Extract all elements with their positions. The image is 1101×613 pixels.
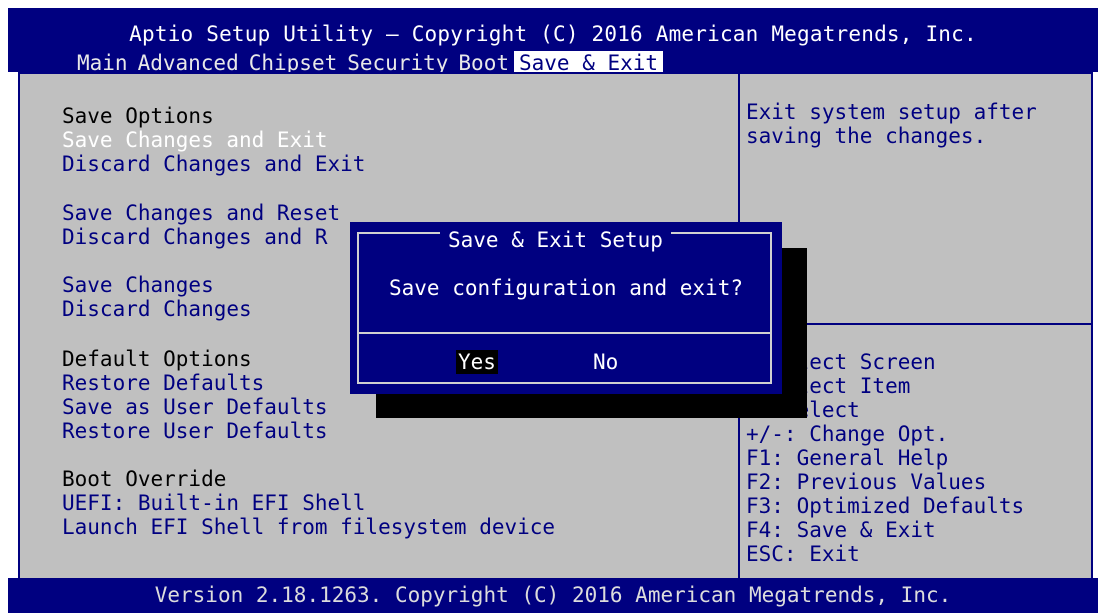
dialog-separator bbox=[357, 332, 772, 334]
help-text: Exit system setup after saving the chang… bbox=[746, 100, 1086, 148]
no-button[interactable]: No bbox=[593, 350, 618, 374]
key-optimized-defaults: F3: Optimized Defaults bbox=[746, 494, 1025, 518]
menu-item-save-changes-and-exit[interactable]: Save Changes and Exit bbox=[62, 128, 328, 152]
boot-override-heading: Boot Override bbox=[62, 467, 227, 491]
menu-item-restore-user-defaults[interactable]: Restore User Defaults bbox=[62, 419, 328, 443]
menu-item-launch-efi-shell[interactable]: Launch EFI Shell from filesystem device bbox=[62, 515, 555, 539]
save-options-heading: Save Options bbox=[62, 104, 214, 128]
bios-screen: Aptio Setup Utility – Copyright (C) 2016… bbox=[8, 8, 1098, 613]
footer-bar: Version 2.18.1263. Copyright (C) 2016 Am… bbox=[8, 578, 1098, 613]
menu-item-save-as-user-defaults[interactable]: Save as User Defaults bbox=[62, 395, 328, 419]
menu-item-restore-defaults[interactable]: Restore Defaults bbox=[62, 371, 264, 395]
menu-item-uefi-shell[interactable]: UEFI: Built-in EFI Shell bbox=[62, 491, 365, 515]
menu-item-save-changes-and-reset[interactable]: Save Changes and Reset bbox=[62, 201, 340, 225]
default-options-heading: Default Options bbox=[62, 347, 252, 371]
menu-item-discard-changes-and-exit[interactable]: Discard Changes and Exit bbox=[62, 152, 365, 176]
key-save-exit: F4: Save & Exit bbox=[746, 518, 936, 542]
help-line-2: saving the changes. bbox=[746, 124, 987, 148]
key-esc-exit: ESC: Exit bbox=[746, 542, 860, 566]
app-title: Aptio Setup Utility – Copyright (C) 2016… bbox=[129, 22, 977, 46]
yes-button[interactable]: Yes bbox=[456, 350, 498, 374]
dialog-frame bbox=[357, 232, 772, 384]
key-previous-values: F2: Previous Values bbox=[746, 470, 987, 494]
menu-item-discard-changes-and-reset[interactable]: Discard Changes and R bbox=[62, 225, 328, 249]
dialog-message: Save configuration and exit? bbox=[388, 276, 743, 300]
dialog-title: Save & Exit Setup bbox=[440, 228, 671, 252]
key-general-help: F1: General Help bbox=[746, 446, 949, 470]
help-line-1: Exit system setup after bbox=[746, 100, 1037, 124]
version-text: Version 2.18.1263. Copyright (C) 2016 Am… bbox=[154, 583, 952, 607]
menu-item-discard-changes[interactable]: Discard Changes bbox=[62, 297, 252, 321]
save-exit-dialog: Save & Exit Setup Save configuration and… bbox=[350, 222, 782, 394]
header-bar: Aptio Setup Utility – Copyright (C) 2016… bbox=[8, 8, 1098, 77]
menu-item-save-changes[interactable]: Save Changes bbox=[62, 273, 214, 297]
key-change-opt: +/-: Change Opt. bbox=[746, 422, 949, 446]
